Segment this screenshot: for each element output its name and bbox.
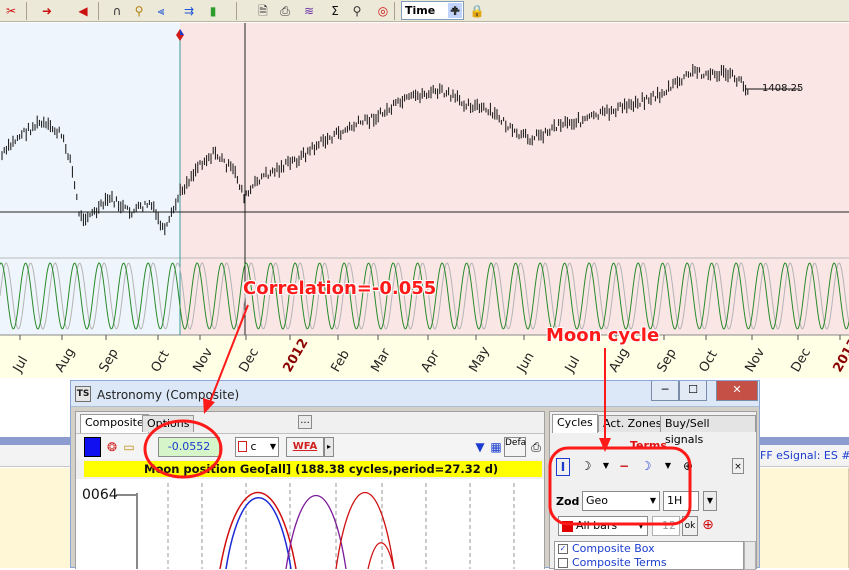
timeframe-value: Time — [405, 4, 436, 17]
window-title: Astronomy (Composite) — [97, 388, 240, 402]
maximize-button[interactable]: ☐ — [679, 381, 707, 401]
bars-range-select[interactable]: All bars ▼ — [558, 516, 648, 536]
chevron-down-icon: ▼ — [637, 521, 644, 530]
composite-panel: Composite Options ... ❂ ▭ -0.0552 c ▼ WF… — [75, 411, 545, 569]
composite-canvas — [116, 483, 515, 569]
grid-colors-icon[interactable]: ▦ — [488, 439, 504, 455]
window-titlebar[interactable]: TS Astronomy (Composite) ─ ☐ ✕ — [71, 381, 759, 407]
list-item[interactable]: ✓ Composite Box — [555, 542, 743, 556]
target-icon[interactable]: ⊕ — [700, 517, 716, 533]
bars-row: All bars ▼ 12 ok ⊕ — [552, 516, 756, 538]
app-logo-icon: TS — [75, 386, 91, 402]
print-icon[interactable]: ⎙ — [528, 439, 544, 455]
moon-icon[interactable]: ☽ — [578, 458, 594, 474]
checkbox-checked[interactable]: ✓ — [558, 544, 568, 554]
tab-composite[interactable]: Composite — [80, 414, 149, 433]
chevron-down-icon[interactable]: ▼ — [598, 458, 614, 474]
correlation-annotation: Correlation=-0.055 — [243, 278, 437, 299]
toolbar-separator — [26, 2, 27, 20]
harmonic-value: 1H — [667, 494, 683, 507]
sigma-icon[interactable]: Σ — [326, 2, 344, 20]
link-icon[interactable]: ∩ — [108, 2, 126, 20]
record-icon[interactable]: ❂ — [104, 439, 120, 455]
c-value: c — [250, 440, 257, 453]
minimize-button[interactable]: ─ — [651, 381, 679, 401]
composite-caption: Moon position Geo[all] (188.38 cycles,pe… — [84, 461, 542, 477]
filter-icon[interactable]: ▼ — [472, 439, 488, 455]
zodiac-row: Zod Geo ▼ 1H ▼ — [552, 490, 756, 514]
chevron-down-icon[interactable]: ▼ — [660, 458, 676, 474]
scissors-icon[interactable]: ✂ — [2, 2, 20, 20]
arrow-left-icon[interactable]: ◀ — [74, 2, 92, 20]
remove-icon[interactable]: − — [616, 458, 632, 474]
list-item-label: Composite Box — [572, 542, 655, 555]
close-small-icon[interactable]: × — [732, 458, 744, 474]
add-term-icon[interactable]: ⊕ — [680, 458, 696, 474]
moon-phase-icon[interactable]: ☽ — [636, 458, 656, 474]
data-feed-label: FF eSignal: ES #F — [760, 449, 849, 462]
tab-options[interactable]: Options — [142, 415, 195, 432]
target-icon[interactable]: ◎ — [374, 2, 392, 20]
terms-label: Terms — [630, 439, 667, 452]
default-button[interactable]: Defa — [504, 437, 526, 457]
checkbox-unchecked[interactable] — [558, 558, 568, 568]
document-icon[interactable]: 🗎 — [254, 2, 272, 20]
wave-chart-icon[interactable]: ≋ — [300, 2, 318, 20]
curve-purple — [285, 494, 347, 569]
composite-toolbar: ❂ ▭ -0.0552 c ▼ WFA ▸ ▼ ▦ Defa ⎙ — [76, 433, 544, 459]
text-cursor-icon[interactable]: I — [556, 458, 570, 476]
cycle-marker-icon[interactable]: ⚲ — [130, 2, 148, 20]
harmonic-select[interactable]: 1H — [663, 491, 699, 511]
main-toolbar: Time ▼ 🔒 ✂ ➜ ◀ ∩ ⚲ ⫷ ⇉ ▮ 🗎 ⎙ ≋ Σ ⚲ ◎ ✚ — [0, 0, 849, 22]
list-scrollbar[interactable] — [744, 541, 756, 570]
bars-color-swatch — [562, 521, 573, 532]
arrow-right-icon[interactable]: ➜ — [38, 2, 56, 20]
planet-selector-row: I ☽ ▼ − ☽ ▼ ⊕ × — [552, 456, 756, 480]
toolbar-separator — [236, 2, 237, 20]
count-input[interactable]: 12 — [652, 516, 680, 536]
tab-cycles[interactable]: Cycles — [552, 414, 598, 433]
wfa-button[interactable]: WFA — [286, 437, 324, 457]
cross-icon[interactable]: ✚ — [446, 2, 464, 20]
c-color-icon — [238, 441, 247, 452]
bars-select-icon[interactable]: ⫷ — [152, 2, 170, 20]
tab-buy-sell-signals[interactable]: Buy/Sell signals — [660, 415, 756, 446]
coordinate-select[interactable]: Geo ▼ — [582, 491, 660, 511]
find-icon[interactable]: ⚲ — [348, 2, 366, 20]
list-item-label: Composite Terms — [572, 556, 667, 569]
curve-blue — [225, 497, 292, 569]
ok-button[interactable]: ok — [682, 516, 698, 536]
options-list: ✓ Composite Box Composite Terms — [554, 541, 744, 570]
bars-range-value: All bars — [576, 519, 618, 532]
cycles-panel: Cycles Act. Zones Buy/Sell signals Terms… — [549, 411, 757, 570]
chevron-down-icon: ▼ — [649, 496, 656, 505]
print-icon[interactable]: ⎙ — [276, 2, 294, 20]
coordinate-value: Geo — [586, 494, 609, 507]
zodiac-label: Zod — [556, 495, 580, 508]
tab-act-zones[interactable]: Act. Zones — [598, 415, 667, 432]
chart-canvas[interactable]: 1408.25 Jul Aug Sep Oct Nov Dec 2012 Feb Mar Apr M… — [0, 23, 849, 378]
c-select[interactable]: c ▼ — [235, 437, 279, 457]
more-button[interactable]: ... — [298, 415, 312, 429]
moon-cycle-annotation: Moon cycle — [546, 325, 660, 346]
wfa-dropdown-button[interactable]: ▸ — [324, 437, 334, 457]
toolbar-separator — [98, 2, 99, 20]
correlation-field[interactable]: -0.0552 — [158, 437, 220, 457]
price-chart[interactable]: 1408.25 Jul Aug Sep Oct Nov Dec 2012 Feb Mar Apr M… — [0, 23, 849, 378]
composite-chart[interactable]: 0064 — [76, 479, 544, 569]
lock-icon[interactable]: 🔒 — [468, 2, 486, 20]
color-bars-icon[interactable]: ▮ — [204, 2, 222, 20]
close-button[interactable]: ✕ — [716, 381, 758, 401]
arrow-stack-icon[interactable]: ⇉ — [180, 2, 198, 20]
vertical-gridlines — [167, 483, 515, 569]
curve-red-1 — [219, 491, 297, 569]
folder-icon[interactable]: ▭ — [121, 439, 137, 455]
harmonic-dropdown-button[interactable]: ▼ — [703, 491, 717, 511]
color-picker-button[interactable] — [84, 437, 101, 457]
last-price-label: 1408.25 — [762, 83, 803, 94]
chevron-down-icon: ▼ — [269, 442, 276, 451]
astronomy-window: TS Astronomy (Composite) ─ ☐ ✕ Composite… — [70, 380, 760, 570]
toolbar-separator — [394, 2, 395, 20]
